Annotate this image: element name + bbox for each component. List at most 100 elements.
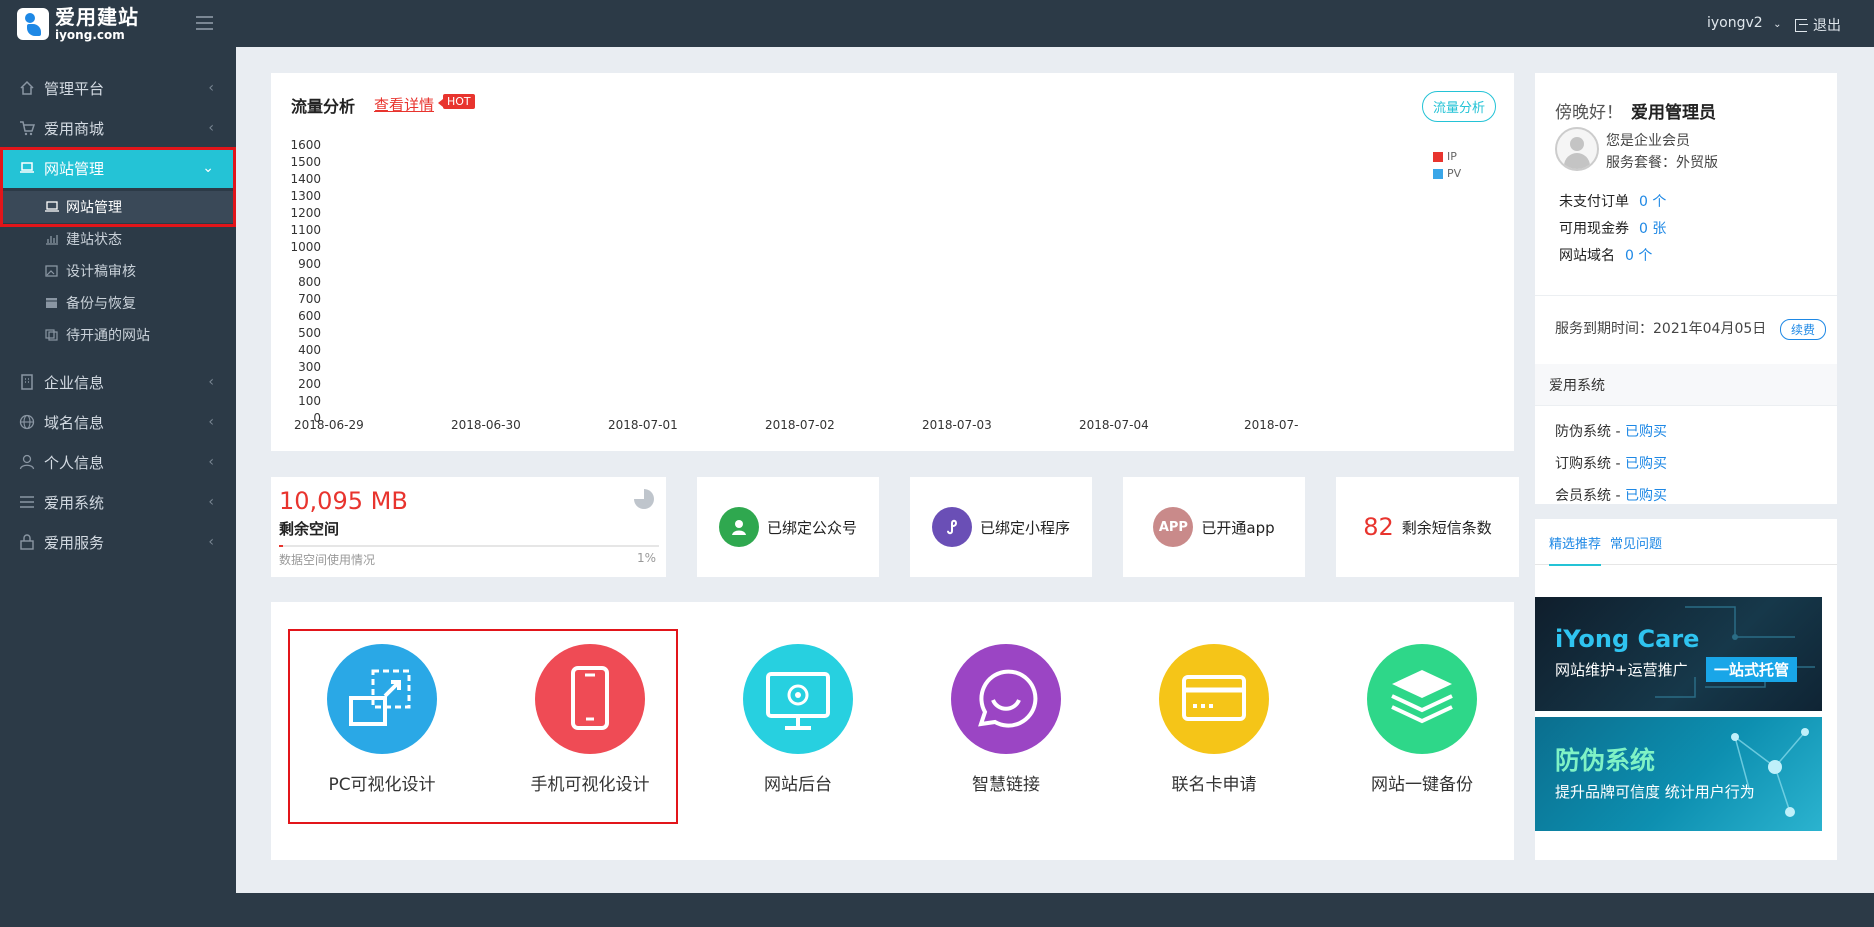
pc-design-tool[interactable]: PC可视化设计	[302, 644, 462, 795]
building-icon	[19, 374, 35, 390]
sidebar-subitem-pending-sites[interactable]: 待开通的网站	[0, 319, 236, 351]
y-tick-label: 900	[298, 257, 321, 272]
tool-label: 联名卡申请	[1171, 775, 1257, 795]
wechat-account-label: 已绑定公众号	[766, 518, 857, 537]
renew-button[interactable]: 续费	[1780, 319, 1827, 340]
sidebar-item-personal-info[interactable]: 个人信息 ‹	[0, 442, 236, 482]
legend-item-ip[interactable]: IP	[1433, 148, 1461, 165]
unpaid-orders-link[interactable]: 0 个	[1639, 194, 1666, 210]
banner-title: 防伪系统	[1555, 746, 1656, 775]
sidebar-item-iyong-system[interactable]: 爱用系统 ‹	[0, 482, 236, 522]
cart-icon	[19, 120, 36, 136]
y-tick-label: 1400	[290, 172, 321, 187]
sidebar-item-company-info[interactable]: 企业信息 ‹	[0, 362, 236, 402]
sms-card[interactable]: 82 剩余短信条数	[1336, 477, 1519, 577]
divider	[1535, 295, 1837, 296]
tool-label: 手机可视化设计	[530, 775, 650, 795]
chart-plot	[326, 143, 1406, 413]
system-status-link[interactable]: 已购买	[1625, 488, 1667, 504]
banner-title: iYong Care	[1555, 625, 1700, 653]
sidebar-item-dashboard[interactable]: 管理平台 ‹	[0, 68, 236, 108]
one-click-backup-tool[interactable]: 网站一键备份	[1342, 644, 1502, 795]
smart-link-icon	[951, 644, 1061, 754]
avatar[interactable]	[1555, 127, 1599, 171]
tab-faq[interactable]: 常见问题	[1610, 533, 1662, 552]
chevron-left-icon: ‹	[208, 80, 214, 96]
sidebar-item-site-management[interactable]: 网站管理 ⌄	[0, 148, 236, 188]
pie-chart-icon[interactable]	[634, 489, 654, 509]
logout-button[interactable]: 退出	[1795, 15, 1841, 35]
sidebar-item-label: 企业信息	[44, 373, 105, 392]
menu-toggle-icon[interactable]	[196, 16, 213, 30]
sidebar-subitem-site-management[interactable]: 网站管理	[0, 191, 236, 223]
member-type: 您是企业会员	[1606, 133, 1690, 149]
system-row-membership: 会员系统 - 已购买	[1555, 485, 1667, 505]
cobrand-card-tool[interactable]: 联名卡申请	[1134, 644, 1294, 795]
sidebar-item-iyong-service[interactable]: 爱用服务 ‹	[0, 522, 236, 562]
tool-label: PC可视化设计	[328, 775, 436, 795]
smart-link-tool[interactable]: 智慧链接	[926, 644, 1086, 795]
y-tick-label: 500	[298, 325, 321, 340]
pc-design-icon	[327, 644, 437, 754]
system-status-link[interactable]: 已购买	[1625, 424, 1667, 440]
mini-program-card[interactable]: 已绑定小程序	[910, 477, 1092, 577]
archive-icon	[45, 297, 59, 309]
site-admin-tool[interactable]: 网站后台	[718, 644, 878, 795]
legend-item-pv[interactable]: PV	[1433, 165, 1461, 182]
service-package: 服务套餐：外贸版	[1606, 155, 1718, 171]
anti-counterfeit-banner[interactable]: 防伪系统 提升品牌可信度 统计用户行为	[1535, 717, 1822, 831]
greeting: 傍晚好！ 爱用管理员	[1555, 98, 1716, 123]
x-tick-label: 2018-07-03	[922, 418, 992, 432]
app-icon: APP	[1153, 507, 1194, 547]
info-label: 未支付订单	[1559, 194, 1629, 210]
profile-card: 傍晚好！ 爱用管理员 您是企业会员 服务套餐：外贸版 未支付订单 0 个 可用现金券…	[1535, 73, 1837, 373]
mini-program-icon	[931, 507, 972, 547]
storage-progress-bar	[279, 545, 659, 547]
banner-subtitle: 网站维护+运营推广	[1555, 661, 1688, 679]
tab-featured[interactable]: 精选推荐	[1549, 533, 1602, 566]
sms-count: 82	[1363, 513, 1394, 541]
system-name: 防伪系统 -	[1555, 424, 1625, 440]
y-tick-label: 300	[298, 359, 321, 374]
sidebar-subitem-label: 建站状态	[66, 232, 122, 248]
sidebar-item-label: 爱用商城	[44, 119, 105, 138]
mini-program-label: 已绑定小程序	[979, 518, 1070, 537]
wechat-account-card[interactable]: 已绑定公众号	[697, 477, 879, 577]
y-tick-label: 1500	[290, 155, 321, 170]
coupons-link[interactable]: 0 张	[1639, 221, 1666, 237]
y-tick-label: 1300	[290, 189, 321, 204]
circuit-pattern	[1655, 606, 1815, 698]
view-details-link[interactable]: 查看详情	[374, 94, 434, 115]
y-tick-label: 800	[298, 274, 321, 289]
copy-icon	[45, 329, 59, 341]
traffic-analysis-button[interactable]: 流量分析	[1422, 91, 1497, 122]
sidebar-subitem-design-review[interactable]: 设计稿审核	[0, 255, 236, 287]
y-tick-label: 1000	[290, 240, 321, 255]
sidebar-item-domain-info[interactable]: 域名信息 ‹	[0, 402, 236, 442]
top-bar: 爱用建站 iyong.com iyongv2 ⌄ 退出	[0, 0, 1874, 47]
menu-icon	[19, 494, 35, 510]
domains-link[interactable]: 0 个	[1625, 248, 1652, 264]
x-tick-label: 2018-07-01	[608, 418, 678, 432]
logo[interactable]: 爱用建站 iyong.com	[17, 7, 139, 41]
globe-icon	[19, 414, 35, 430]
coupons-row: 可用现金券 0 张	[1559, 218, 1666, 238]
x-tick-label: 2018-06-29	[294, 418, 364, 432]
mobile-design-tool[interactable]: 手机可视化设计	[510, 644, 670, 795]
y-tick-label: 700	[298, 291, 321, 306]
user-dropdown[interactable]: iyongv2 ⌄	[1707, 15, 1782, 31]
chart-legend: IP PV	[1433, 148, 1461, 182]
app-card[interactable]: APP 已开通app	[1123, 477, 1305, 577]
system-status-link[interactable]: 已购买	[1625, 456, 1667, 472]
chevron-down-icon: ⌄	[202, 160, 214, 176]
info-label: 网站域名	[1559, 248, 1615, 264]
system-row-ordering: 订购系统 - 已购买	[1555, 453, 1667, 473]
iyong-care-banner[interactable]: iYong Care 网站维护+运营推广 一站式托管	[1535, 597, 1822, 711]
sidebar-subitem-build-status[interactable]: 建站状态	[0, 223, 236, 255]
sidebar-item-mall[interactable]: 爱用商城 ‹	[0, 108, 236, 148]
banner-subtitle: 提升品牌可信度 统计用户行为	[1555, 783, 1755, 801]
sidebar-subitem-backup-restore[interactable]: 备份与恢复	[0, 287, 236, 319]
chevron-left-icon: ‹	[208, 494, 214, 510]
storage-bar-label: 数据空间使用情况	[279, 553, 376, 567]
bar-chart-icon	[45, 233, 59, 245]
